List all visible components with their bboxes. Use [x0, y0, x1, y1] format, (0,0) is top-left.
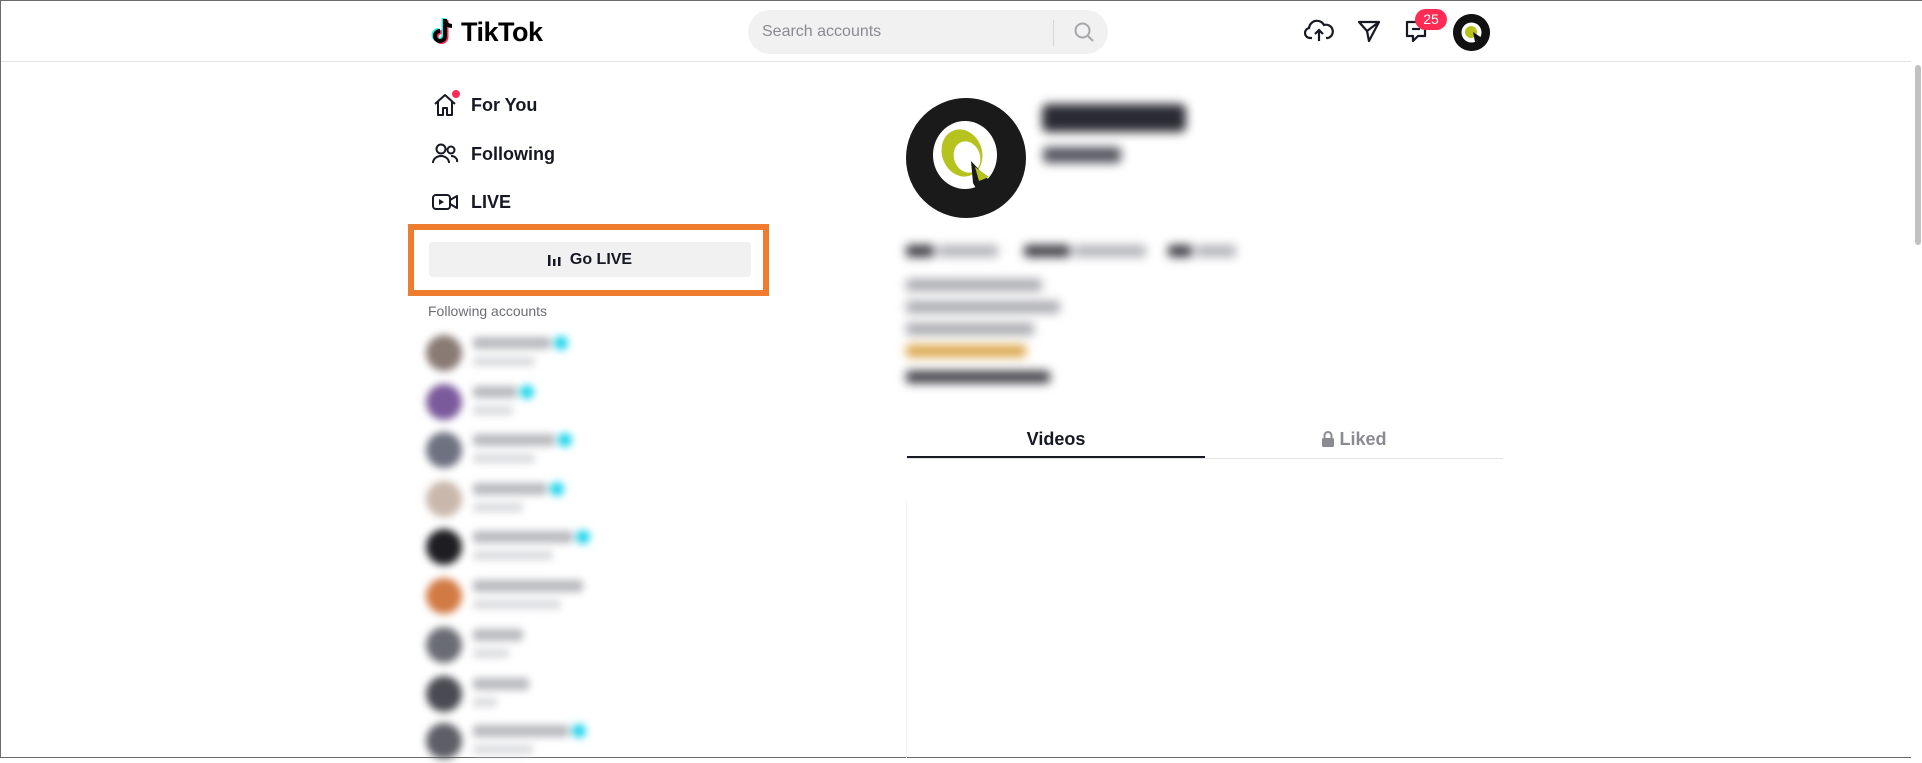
- following-account[interactable]: [426, 432, 626, 472]
- tiktok-logo-icon: [431, 18, 453, 44]
- active-tab-indicator: [907, 456, 1205, 458]
- avatar: [426, 723, 462, 759]
- nav-live[interactable]: LIVE: [431, 185, 511, 219]
- following-account[interactable]: [426, 481, 626, 521]
- user-avatar-icon: [1453, 14, 1490, 51]
- account-subtitle-redacted: [473, 454, 535, 463]
- upload-icon: [1304, 19, 1334, 41]
- nav-live-label: LIVE: [471, 191, 512, 212]
- avatar: [426, 481, 462, 517]
- logo-text: TikTok: [461, 16, 543, 47]
- following-account[interactable]: [426, 529, 626, 569]
- inbox-badge: 25: [1415, 9, 1447, 30]
- account-subtitle-redacted: [473, 600, 561, 609]
- account-subtitle-redacted: [473, 649, 509, 658]
- verified-icon: [554, 336, 568, 350]
- notification-dot: [452, 90, 460, 98]
- following-account[interactable]: [426, 384, 626, 424]
- profile-nickname-redacted: [1043, 147, 1121, 163]
- avatar: [426, 335, 462, 371]
- verified-icon: [550, 482, 564, 496]
- account-subtitle-redacted: [473, 503, 523, 512]
- bars-icon: [547, 254, 561, 266]
- search-divider: [1053, 20, 1054, 46]
- following-account[interactable]: [426, 723, 626, 763]
- search-icon: [1074, 22, 1094, 42]
- search-button[interactable]: [1064, 10, 1104, 54]
- bio-line-redacted: [906, 345, 1026, 357]
- nav-for-you-label: For You: [471, 94, 538, 115]
- avatar: [426, 384, 462, 420]
- account-name-redacted: [473, 629, 523, 641]
- search-bar: [748, 10, 1108, 54]
- account-name-redacted: [473, 678, 529, 690]
- account-name-redacted: [473, 434, 555, 446]
- account-subtitle-redacted: [473, 551, 553, 560]
- following-account[interactable]: [426, 676, 626, 716]
- send-icon: [1357, 20, 1381, 43]
- profile-stats-redacted: [906, 245, 1236, 259]
- nav-following[interactable]: Following: [431, 137, 555, 171]
- following-account[interactable]: [426, 578, 626, 618]
- following-account[interactable]: [426, 627, 626, 667]
- live-camera-icon: [432, 194, 458, 210]
- profile-avatar-button[interactable]: [1453, 14, 1490, 51]
- tab-liked-label: Liked: [1339, 428, 1387, 449]
- verified-icon: [520, 385, 534, 399]
- following-accounts-title: Following accounts: [428, 303, 548, 319]
- account-subtitle-redacted: [473, 357, 535, 366]
- lock-icon: [1322, 431, 1335, 447]
- home-icon-wrap: [431, 90, 460, 119]
- profile-tabs: Videos Liked: [907, 419, 1503, 459]
- avatar: [426, 627, 462, 663]
- following-account[interactable]: [426, 335, 626, 375]
- go-live-button[interactable]: Go LIVE: [429, 242, 751, 277]
- scrollbar-thumb[interactable]: [1915, 65, 1921, 245]
- tab-liked[interactable]: Liked: [1205, 419, 1503, 459]
- bio-line-redacted: [906, 323, 1034, 335]
- account-subtitle-redacted: [473, 745, 533, 754]
- account-name-redacted: [473, 386, 517, 398]
- tiktok-logo[interactable]: TikTok: [431, 15, 543, 49]
- avatar: [426, 432, 462, 468]
- account-subtitle-redacted: [473, 698, 497, 707]
- profile-username-redacted: [1042, 104, 1186, 132]
- people-icon-wrap: [431, 140, 459, 168]
- nav-for-you[interactable]: For You: [431, 88, 537, 122]
- go-live-label: Go LIVE: [569, 250, 633, 268]
- bio-line-redacted: [906, 279, 1042, 291]
- verified-icon: [558, 433, 572, 447]
- upload-button[interactable]: [1303, 15, 1335, 47]
- account-name-redacted: [473, 725, 569, 737]
- messages-button[interactable]: [1353, 15, 1385, 47]
- live-camera-icon-wrap: [431, 188, 459, 216]
- nav-following-label: Following: [471, 143, 555, 164]
- bio-line-redacted: [906, 301, 1060, 313]
- bio-link-redacted: [906, 371, 1050, 383]
- avatar: [426, 676, 462, 712]
- avatar: [426, 529, 462, 565]
- search-input[interactable]: [762, 10, 1062, 54]
- app-window: TikTok Search accounts 25 For You Follow…: [0, 0, 1922, 759]
- verified-icon: [576, 530, 590, 544]
- video-grid-area: [906, 501, 907, 759]
- account-name-redacted: [473, 531, 573, 543]
- tab-videos-label: Videos: [1026, 428, 1086, 449]
- account-name-redacted: [473, 580, 583, 592]
- tab-videos[interactable]: Videos: [907, 419, 1205, 459]
- profile-avatar: [906, 98, 1026, 218]
- top-header: TikTok Search accounts 25: [1, 1, 1922, 62]
- people-icon: [432, 143, 459, 164]
- account-subtitle-redacted: [473, 406, 513, 415]
- avatar: [426, 578, 462, 614]
- verified-icon: [572, 724, 586, 738]
- account-name-redacted: [473, 337, 551, 349]
- account-name-redacted: [473, 483, 547, 495]
